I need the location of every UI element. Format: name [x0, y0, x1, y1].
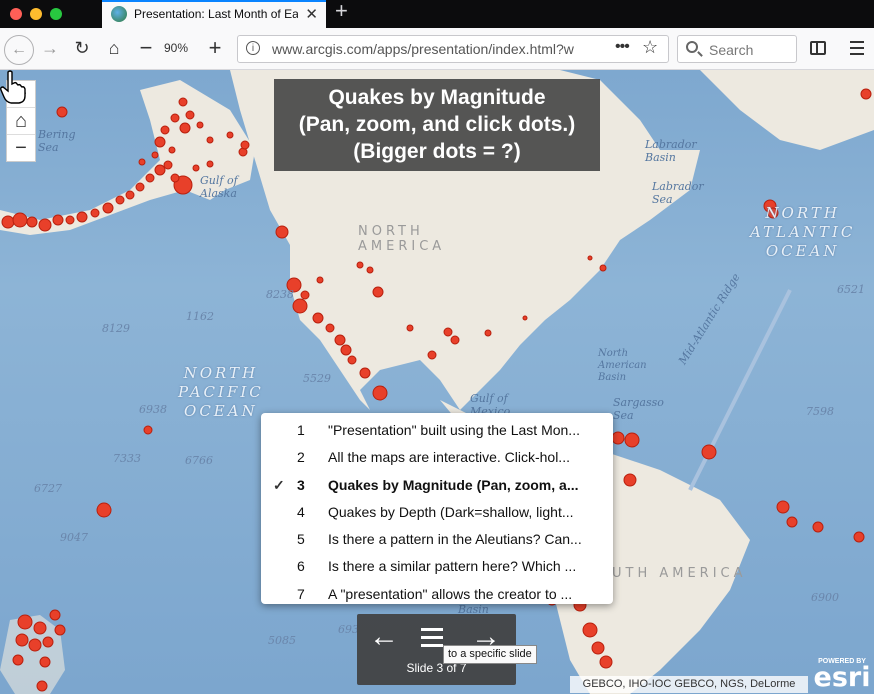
slide-menu-item-active[interactable]: ✓ 3 Quakes by Magnitude (Pan, zoom, a... — [261, 472, 613, 499]
slide-list-icon[interactable] — [421, 628, 443, 652]
slide-label: Quakes by Depth (Dark=shallow, light... — [328, 503, 574, 520]
label-labrador-sea: Labrador Sea — [652, 180, 704, 206]
depth-label: 6938 — [139, 403, 167, 416]
slide-menu-item[interactable]: 1 "Presentation" built using the Last Mo… — [261, 417, 613, 444]
slide-list-tooltip: to a specific slide — [443, 645, 537, 664]
map-attribution[interactable]: GEBCO, IHO-IOC GEBCO, NGS, DeLorme — [570, 676, 808, 693]
window-close-button[interactable] — [10, 8, 22, 20]
window-title-bar: Presentation: Last Month of Ear ✕ + — [0, 0, 874, 28]
depth-label: 9047 — [60, 531, 88, 544]
depth-label: 7598 — [806, 405, 834, 418]
slide-number: 6 — [297, 558, 305, 575]
slide-title-line: (Pan, zoom, and click dots.) — [298, 113, 576, 136]
slide-menu-item[interactable]: 6 Is there a similar pattern here? Which… — [261, 553, 613, 580]
forward-arrow-icon[interactable]: → — [38, 34, 62, 62]
zoom-in-icon[interactable]: + — [204, 34, 226, 62]
label-south-america: UTH AMERICA — [612, 566, 747, 581]
esri-logo[interactable]: POWERED BY esri — [812, 658, 872, 691]
search-icon — [686, 41, 698, 53]
label-sargasso-sea: Sargasso Sea — [613, 396, 664, 422]
depth-label: 5529 — [303, 372, 331, 385]
hamburger-menu-icon[interactable] — [850, 41, 864, 55]
slide-label: A "presentation" allows the creator to .… — [328, 585, 573, 602]
window-maximize-button[interactable] — [50, 8, 62, 20]
slide-menu-item[interactable]: 7 A "presentation" allows the creator to… — [261, 581, 613, 608]
depth-label: 5085 — [268, 634, 296, 647]
slide-title-line: Quakes by Magnitude — [328, 86, 546, 109]
label-gulf-alaska: Gulf of Alaska — [200, 174, 238, 200]
reload-icon[interactable]: ↻ — [70, 34, 94, 62]
esri-wordmark: esri — [813, 662, 871, 693]
depth-label: 6521 — [837, 283, 865, 296]
slide-label: Quakes by Magnitude (Pan, zoom, a... — [328, 476, 579, 493]
depth-label: 8129 — [102, 322, 130, 335]
label-north-atlantic: NORTH ATLANTIC OCEAN — [750, 204, 856, 260]
depth-label: 7333 — [113, 452, 141, 465]
tab-title: Presentation: Last Month of Ear — [134, 7, 298, 21]
slide-number: 1 — [297, 422, 305, 438]
previous-slide-arrow-icon[interactable]: ← — [369, 620, 399, 654]
slide-title-line: (Bigger dots = ?) — [353, 140, 521, 163]
label-north-america: NORTH AMERICA — [358, 224, 446, 254]
depth-label: 6900 — [811, 591, 839, 604]
label-north-american-basin: North American Basin — [598, 348, 647, 383]
search-placeholder: Search — [709, 42, 754, 58]
slide-menu-item[interactable]: 4 Quakes by Depth (Dark=shallow, light..… — [261, 499, 613, 526]
slide-menu-item[interactable]: 5 Is there a pattern in the Aleutians? C… — [261, 526, 613, 553]
slide-title-panel: Quakes by Magnitude (Pan, zoom, and clic… — [274, 79, 600, 171]
zoom-out-icon[interactable]: − — [136, 34, 156, 62]
slide-label: Is there a pattern in the Aleutians? Can… — [328, 531, 582, 548]
bookmark-star-icon[interactable]: ☆ — [642, 37, 658, 58]
search-input[interactable]: Search — [677, 35, 797, 63]
navigation-toolbar: ← → ↻ ⌂ − 90% + i www.arcgis.com/apps/pr… — [0, 28, 874, 70]
depth-label: 1162 — [186, 310, 214, 323]
hand-cursor-icon — [0, 70, 26, 104]
new-tab-button[interactable]: + — [335, 0, 348, 24]
back-arrow-icon[interactable]: ← — [4, 35, 34, 65]
slide-label: All the maps are interactive. Click-hol.… — [328, 449, 570, 466]
map-home-icon[interactable]: ⌂ — [7, 108, 35, 135]
home-icon[interactable]: ⌂ — [102, 34, 126, 62]
map-view[interactable]: NORTH AMERICA UTH AMERICA NORTH PACIFIC OCE… — [0, 70, 874, 694]
browser-tab[interactable]: Presentation: Last Month of Ear ✕ — [102, 0, 326, 28]
slide-list-menu: 1 "Presentation" built using the Last Mo… — [261, 413, 613, 604]
globe-favicon-icon — [111, 6, 127, 22]
slide-number: 7 — [297, 585, 305, 602]
label-bering-sea: Bering Sea — [38, 128, 76, 154]
check-icon: ✓ — [273, 476, 285, 493]
slide-number: 5 — [297, 531, 305, 548]
url-text[interactable]: www.arcgis.com/apps/presentation/index.h… — [272, 41, 577, 57]
sidebar-icon[interactable] — [810, 41, 826, 55]
slide-number: 3 — [297, 476, 305, 493]
label-north-pacific: NORTH PACIFIC OCEAN — [178, 364, 264, 420]
tab-close-icon[interactable]: ✕ — [305, 5, 318, 23]
window-minimize-button[interactable] — [30, 8, 42, 20]
depth-label: 8238 — [266, 288, 294, 301]
zoom-level[interactable]: 90% — [164, 41, 188, 55]
depth-label: 6727 — [34, 482, 62, 495]
slide-menu-item[interactable]: 2 All the maps are interactive. Click-ho… — [261, 444, 613, 471]
page-actions-icon[interactable]: ••• — [615, 38, 630, 56]
slide-number: 2 — [297, 449, 305, 466]
url-bar[interactable]: i www.arcgis.com/apps/presentation/index… — [237, 35, 669, 63]
map-zoom-out-button[interactable]: − — [7, 135, 35, 161]
slide-number: 4 — [297, 503, 305, 520]
depth-label: 6766 — [185, 454, 213, 467]
depth-label: 693 — [338, 623, 359, 636]
slide-label: Is there a similar pattern here? Which .… — [328, 558, 577, 575]
slide-label: "Presentation" built using the Last Mon.… — [328, 422, 580, 438]
info-icon[interactable]: i — [246, 41, 260, 55]
label-labrador-basin: Labrador Basin — [645, 138, 697, 164]
